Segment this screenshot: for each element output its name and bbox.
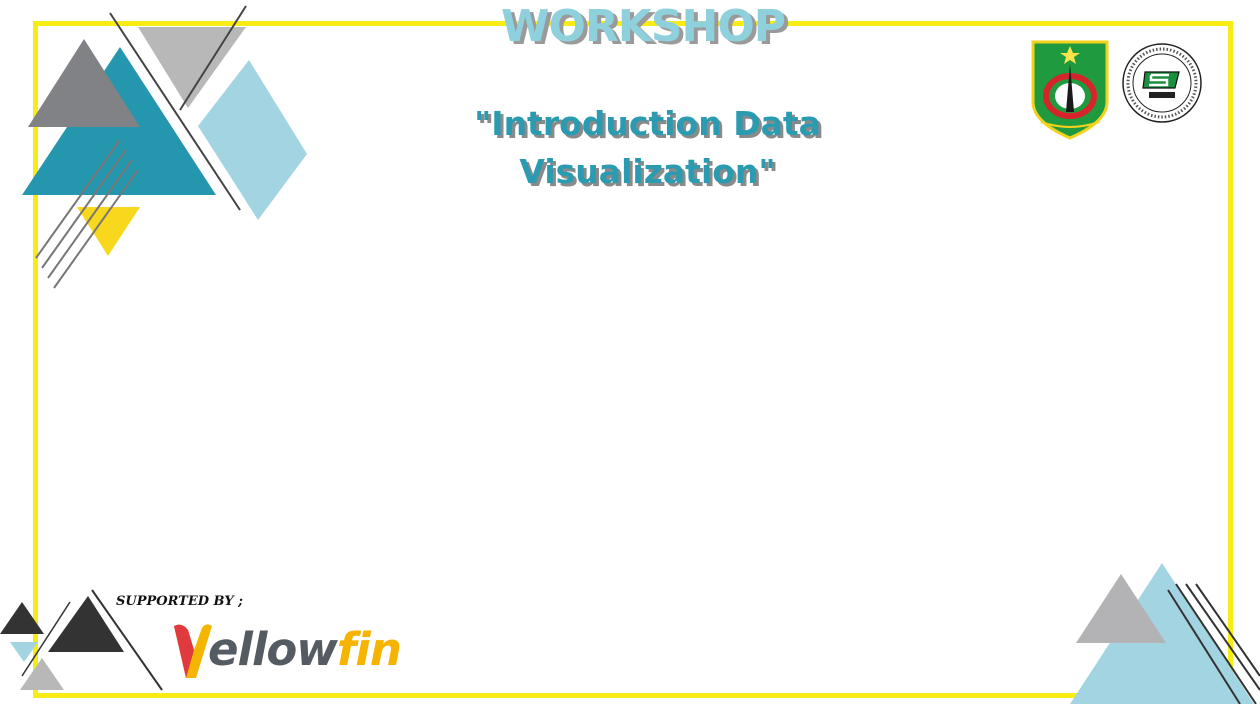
yellowfin-word-accent: fin: [336, 623, 402, 676]
workshop-subtitle: "Introduction Data Visualization": [474, 104, 821, 191]
dark-triangle: [48, 596, 124, 652]
ftki-seal-icon: [1122, 43, 1202, 123]
university-crest-icon: [1031, 40, 1109, 140]
dark-triangle-small: [0, 602, 44, 634]
yellowfin-mark-icon: [174, 624, 212, 678]
yellow-triangle: [77, 207, 140, 256]
yellowfin-word-main: ellow: [208, 623, 338, 676]
workshop-title: WORKSHOP: [500, 1, 786, 52]
light-blue-diamond: [198, 60, 307, 220]
yellowfin-wordmark: ellowfin: [208, 623, 402, 676]
gray-triangle-small: [20, 658, 64, 690]
supported-by-label: SUPPORTED BY ;: [116, 594, 243, 609]
